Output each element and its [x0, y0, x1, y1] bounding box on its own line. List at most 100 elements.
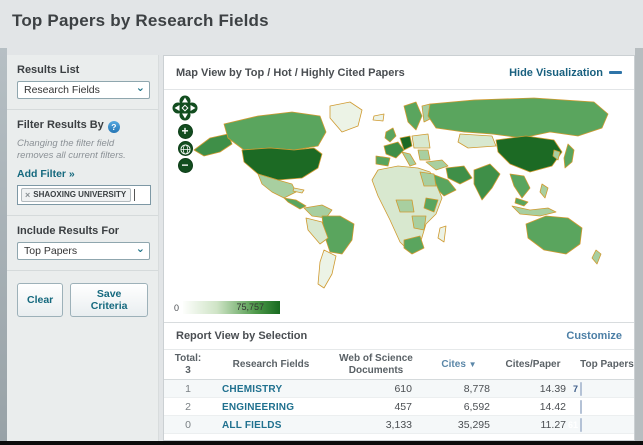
map-country-iceland[interactable]: [372, 113, 385, 122]
map-region-southeast-asia[interactable]: [509, 173, 531, 199]
map-area: + − 0 75,757: [164, 90, 634, 322]
map-country-australia[interactable]: [525, 215, 583, 255]
report-title: Report View by Selection: [176, 330, 308, 342]
map-country-argentina[interactable]: [317, 249, 337, 289]
results-list-select[interactable]: Research Fields ⌄: [17, 81, 150, 99]
visualization-header: Map View by Top / Hot / Highly Cited Pap…: [164, 56, 634, 90]
filter-section: Filter Results By? Changing the filter f…: [7, 110, 158, 216]
add-filter-link[interactable]: Add Filter »: [17, 168, 75, 180]
map-legend: 0 75,757: [174, 301, 281, 314]
map-country-spain[interactable]: [375, 155, 391, 167]
top-papers-bar[interactable]: 7: [573, 381, 582, 396]
map-country-turkey[interactable]: [425, 159, 449, 171]
include-results-label: Include Results For: [17, 224, 120, 237]
row-cites: 6,592: [463, 400, 490, 413]
report-header: Report View by Selection Customize: [164, 322, 634, 350]
chevron-down-icon: ⌄: [135, 82, 145, 94]
map-region-eastern-europe[interactable]: [411, 133, 431, 149]
table-header-row: Total: 3 Research Fields Web of Science …: [164, 350, 634, 380]
help-icon[interactable]: ?: [107, 121, 120, 133]
column-header-documents[interactable]: Web of Science Documents: [330, 353, 422, 376]
field-link[interactable]: ENGINEERING: [222, 402, 294, 413]
hide-visualization-link[interactable]: Hide Visualization: [509, 67, 622, 79]
zoom-in-button[interactable]: +: [177, 124, 193, 139]
globe-reset-button[interactable]: [177, 141, 193, 156]
top-papers-bar[interactable]: 14: [568, 399, 582, 414]
column-header-research-fields[interactable]: Research Fields: [212, 359, 330, 370]
world-map[interactable]: [164, 92, 634, 310]
map-country-china[interactable]: [495, 135, 563, 173]
map-country-russia[interactable]: [427, 97, 609, 139]
field-link[interactable]: ALL FIELDS: [222, 420, 282, 431]
hide-visualization-label: Hide Visualization: [509, 66, 603, 79]
map-pan-control[interactable]: [172, 95, 198, 121]
map-country-usa[interactable]: [241, 147, 323, 181]
app-window: Top Papers by Research Fields Results Li…: [0, 0, 643, 445]
map-country-indonesia[interactable]: [511, 205, 557, 217]
top-papers-bar[interactable]: 61: [568, 417, 582, 432]
map-country-drc[interactable]: [411, 215, 427, 231]
map-region-balkans[interactable]: [417, 149, 431, 161]
results-list-section: Results List Research Fields ⌄: [7, 55, 158, 110]
row-rank: 2: [185, 400, 191, 413]
filter-note: Changing the filter field removes all cu…: [17, 138, 126, 161]
map-country-kazakhstan[interactable]: [457, 133, 497, 149]
table-row: 1 CHEMISTRY 610 8,778 14.39 7: [164, 380, 634, 398]
row-rank: 1: [185, 382, 191, 395]
filter-input[interactable]: × SHAOXING UNIVERSITY: [17, 184, 151, 205]
include-results-selected-value: Top Papers: [24, 244, 78, 257]
map-country-greenland[interactable]: [329, 101, 363, 133]
sidebar-actions: Clear Save Criteria: [7, 271, 158, 329]
map-country-iran[interactable]: [445, 165, 473, 185]
save-criteria-button[interactable]: Save Criteria: [70, 282, 148, 317]
legend-max-value: 75,757: [236, 302, 265, 312]
table-row: 0 ALL FIELDS 3,133 35,295 11.27 61: [164, 416, 634, 434]
map-country-madagascar[interactable]: [437, 225, 447, 243]
sort-down-icon: ▼: [468, 360, 477, 369]
minus-icon: [609, 71, 622, 74]
clear-button[interactable]: Clear: [17, 282, 64, 317]
map-country-uk[interactable]: [384, 127, 397, 143]
legend-gradient-bar: 75,757: [183, 301, 281, 314]
filter-label-text: Filter Results By: [17, 119, 104, 131]
chevron-down-icon: ⌄: [135, 242, 145, 255]
row-documents: 3,133: [385, 418, 412, 431]
map-country-new-zealand[interactable]: [591, 249, 602, 265]
map-country-malaysia[interactable]: [514, 197, 529, 207]
column-header-cites[interactable]: Cites ▼: [422, 359, 496, 370]
map-country-france[interactable]: [383, 141, 405, 159]
row-cites-per-paper: 14.42: [539, 400, 566, 413]
main-panel: Map View by Top / Hot / Highly Cited Pap…: [163, 55, 635, 441]
field-link[interactable]: CHEMISTRY: [222, 384, 282, 395]
filter-tag: × SHAOXING UNIVERSITY: [21, 187, 132, 202]
include-results-select[interactable]: Top Papers ⌄: [17, 241, 150, 260]
left-edge-strip: [0, 48, 7, 441]
map-country-italy[interactable]: [401, 151, 417, 167]
zoom-out-button[interactable]: −: [177, 158, 193, 173]
right-edge-strip: [635, 48, 643, 441]
remove-filter-icon[interactable]: ×: [25, 190, 30, 200]
map-country-india[interactable]: [473, 163, 501, 201]
map-country-canada[interactable]: [223, 111, 327, 151]
visualization-title: Map View by Top / Hot / Highly Cited Pap…: [176, 66, 405, 79]
row-documents: 610: [394, 382, 412, 395]
map-controls: + −: [172, 95, 200, 173]
include-results-section: Include Results For Top Papers ⌄: [7, 216, 158, 271]
column-header-top-papers[interactable]: Top Papers: [570, 359, 634, 370]
map-country-scandinavia[interactable]: [403, 101, 423, 131]
map-country-japan[interactable]: [563, 143, 575, 169]
globe-icon: [179, 144, 191, 155]
results-table: Total: 3 Research Fields Web of Science …: [164, 350, 634, 434]
total-count: Total: 3: [164, 353, 212, 376]
total-label: Total:: [174, 353, 202, 364]
map-zoom-controls: + −: [172, 124, 198, 173]
map-country-philippines[interactable]: [539, 183, 549, 199]
results-list-label: Results List: [17, 64, 80, 76]
customize-link[interactable]: Customize: [566, 330, 622, 342]
bottom-edge: [0, 441, 643, 445]
column-header-cites-per-paper[interactable]: Cites/Paper: [496, 359, 570, 370]
sidebar: Results List Research Fields ⌄ Filter Re…: [7, 55, 159, 441]
map-region-central-america[interactable]: [283, 197, 307, 210]
filter-tag-label: SHAOXING UNIVERSITY: [33, 190, 127, 200]
row-documents: 457: [394, 400, 412, 413]
